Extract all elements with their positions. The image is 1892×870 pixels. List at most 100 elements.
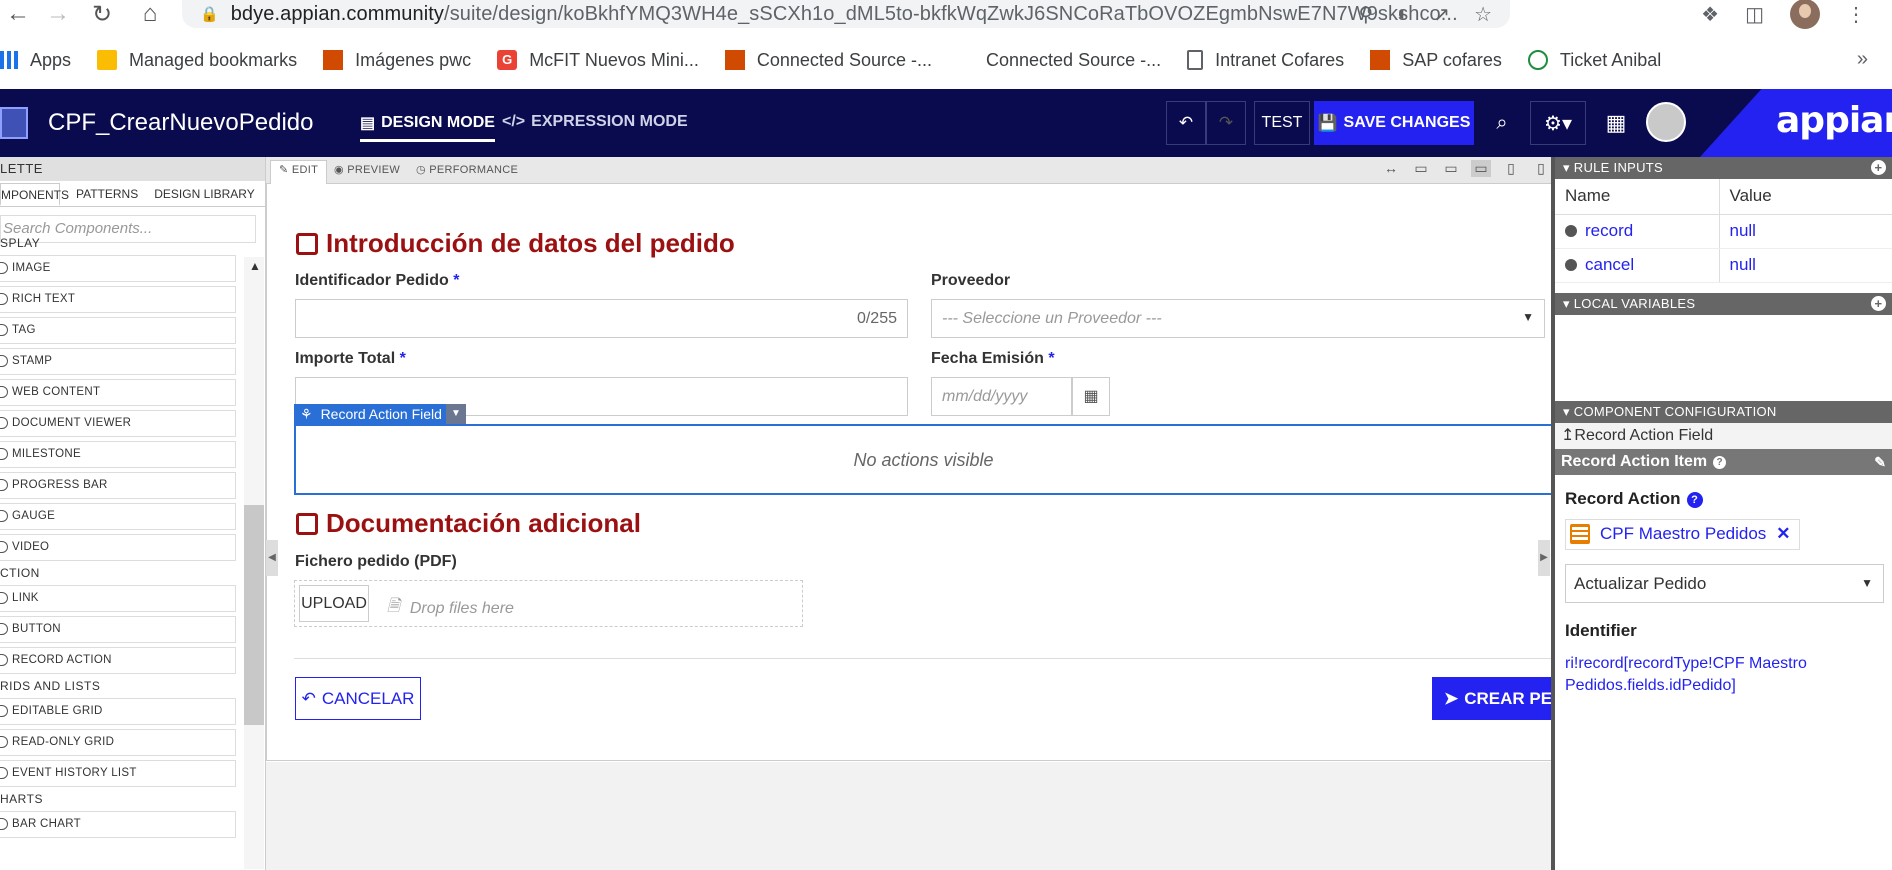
rule-input-value[interactable]: null <box>1718 248 1892 283</box>
performance-icon[interactable]: ◐ <box>1397 3 1409 26</box>
collapse-left-icon[interactable]: ◀ <box>266 540 278 576</box>
palette-item-link[interactable]: LINK <box>0 585 236 612</box>
palette-scrollbar[interactable]: ▲ <box>244 257 264 869</box>
file-upload-area[interactable]: UPLOAD 🗎 Drop files here <box>294 580 803 627</box>
gear-icon: ⚙▾ <box>1544 112 1572 135</box>
palette-item-bar-chart[interactable]: BAR CHART <box>0 811 236 838</box>
bookmark-connected-source-1[interactable]: Connected Source -... <box>724 50 932 71</box>
bookmarks-overflow-icon[interactable]: » <box>1857 48 1868 71</box>
palette-item-gauge[interactable]: GAUGE <box>0 503 236 530</box>
design-mode-tab[interactable]: ▤ DESIGN MODE <box>360 113 495 142</box>
search-objects-icon[interactable]: ⌕ <box>1486 101 1518 145</box>
help-icon[interactable]: ? <box>1686 491 1703 508</box>
menu-kebab-icon[interactable]: ⋮ <box>1846 2 1866 27</box>
desktop-selected-icon[interactable]: ▭ <box>1471 160 1491 177</box>
add-rule-input-icon[interactable]: + <box>1871 160 1886 175</box>
app-grid-icon[interactable]: ▦ <box>1600 101 1632 145</box>
record-type-name[interactable]: CPF Maestro Pedidos <box>1600 524 1766 544</box>
tab-components[interactable]: MPONENTS <box>0 183 69 206</box>
record-type-pill[interactable]: CPF Maestro Pedidos ✕ <box>1565 518 1800 550</box>
address-bar[interactable]: 🔒 bdye.appian.community/suite/design/koB… <box>182 0 1510 28</box>
desktop-icon[interactable]: ▭ <box>1441 160 1461 177</box>
proveedor-dropdown[interactable]: --- Seleccione un Proveedor --- ▼ <box>931 299 1545 338</box>
help-icon[interactable]: ? <box>1713 455 1727 469</box>
bookmark-label: McFIT Nuevos Mini... <box>529 49 699 70</box>
record-action-field-badge[interactable]: ⚘ Record Action Field <box>294 404 448 424</box>
local-variables-header[interactable]: ▾ LOCAL VARIABLES + <box>1555 292 1892 315</box>
bookmark-intranet-cofares[interactable]: Intranet Cofares <box>1187 50 1344 71</box>
palette-item-stamp[interactable]: STAMP <box>0 348 236 375</box>
profile-avatar[interactable] <box>1790 0 1820 29</box>
calendar-button[interactable]: ▦ <box>1072 377 1110 416</box>
back-icon[interactable]: ← <box>2 0 34 28</box>
desktop-wide-icon[interactable]: ▭ <box>1411 160 1431 177</box>
palette-item-milestone[interactable]: MILESTONE <box>0 441 236 468</box>
record-action-field-selected[interactable]: No actions visible <box>294 424 1551 495</box>
crear-pedido-button[interactable]: ➤CREAR PEDIDO <box>1432 677 1551 720</box>
table-row[interactable]: record null <box>1555 214 1892 249</box>
scroll-up-icon[interactable]: ▲ <box>249 259 261 273</box>
parent-component-link[interactable]: ↥Record Action Field <box>1555 422 1892 449</box>
fecha-emision-input[interactable]: mm/dd/yyyy <box>931 377 1072 416</box>
zoom-icon[interactable]: ⚲ <box>1359 2 1374 27</box>
redo-button[interactable]: ↷ <box>1206 101 1246 145</box>
forward-icon[interactable]: → <box>42 0 74 28</box>
rule-input-name[interactable]: cancel <box>1555 248 1719 283</box>
palette-item-progress-bar[interactable]: PROGRESS BAR <box>0 472 236 499</box>
bookmark-imagenes-pwc[interactable]: Imágenes pwc <box>323 50 471 71</box>
collapse-right-icon[interactable]: ▶ <box>1538 540 1550 576</box>
sidepanel-icon[interactable]: ◫ <box>1745 2 1764 27</box>
tab-preview[interactable]: ◉ PREVIEW <box>326 161 408 178</box>
tab-patterns[interactable]: PATTERNS <box>60 183 148 206</box>
upload-button[interactable]: UPLOAD <box>299 585 369 622</box>
bookmark-ticket-anibal[interactable]: Ticket Anibal <box>1527 50 1661 71</box>
bookmark-sap-cofares[interactable]: SAP cofares <box>1370 50 1502 71</box>
edit-icon[interactable]: ✎ <box>1874 449 1886 475</box>
home-icon[interactable]: ⌂ <box>134 0 166 28</box>
bookmark-apps[interactable]: Apps <box>0 50 71 71</box>
expression-mode-tab[interactable]: </> EXPRESSION MODE <box>502 113 688 131</box>
record-action-dropdown[interactable]: Actualizar Pedido ▼ <box>1565 563 1884 603</box>
palette-item-image[interactable]: IMAGE <box>0 255 236 282</box>
tab-performance[interactable]: ◷ PERFORMANCE <box>408 161 526 178</box>
palette-item-event-history-list[interactable]: EVENT HISTORY LIST <box>0 760 236 787</box>
extensions-icon[interactable]: ❖ <box>1701 2 1719 27</box>
rule-input-name[interactable]: record <box>1555 214 1719 249</box>
settings-gear-button[interactable]: ⚙▾ <box>1530 101 1586 145</box>
user-avatar[interactable] <box>1646 102 1686 142</box>
tab-design-library[interactable]: DESIGN LIBRARY <box>148 183 264 206</box>
remove-icon[interactable]: ✕ <box>1776 524 1790 544</box>
id-pedido-input[interactable]: 0/255 <box>295 299 908 338</box>
palette-item-document-viewer[interactable]: DOCUMENT VIEWER <box>0 410 236 437</box>
palette-item-web-content[interactable]: WEB CONTENT <box>0 379 236 406</box>
tablet-icon[interactable]: ▯ <box>1501 160 1521 177</box>
rule-inputs-header[interactable]: ▾ RULE INPUTS + <box>1555 157 1892 179</box>
save-changes-button[interactable]: 💾 SAVE CHANGES <box>1314 101 1474 145</box>
bookmark-managed[interactable]: Managed bookmarks <box>97 50 297 71</box>
palette-item-read-only-grid[interactable]: READ-ONLY GRID <box>0 729 236 756</box>
add-local-variable-icon[interactable]: + <box>1871 295 1886 311</box>
badge-menu-chevron-icon[interactable]: ▼ <box>446 404 466 424</box>
undo-button[interactable]: ↶ <box>1166 101 1206 145</box>
phone-icon[interactable]: ▯ <box>1531 160 1551 177</box>
palette-item-rich-text[interactable]: RICH TEXT <box>0 286 236 313</box>
component-configuration-header[interactable]: ▾ COMPONENT CONFIGURATION <box>1555 400 1892 423</box>
rule-input-value[interactable]: null <box>1718 214 1892 249</box>
reload-icon[interactable]: ↻ <box>86 0 118 28</box>
palette-item-record-action[interactable]: RECORD ACTION <box>0 647 236 674</box>
scrollbar-thumb[interactable] <box>244 505 264 725</box>
palette-item-button[interactable]: BUTTON <box>0 616 236 643</box>
share-icon[interactable]: ↗ <box>1433 2 1450 27</box>
tab-edit[interactable]: ✎ EDIT <box>270 160 328 184</box>
table-row[interactable]: cancel null <box>1555 248 1892 283</box>
cancelar-button[interactable]: ↶ CANCELAR <box>295 677 421 720</box>
bookmark-connected-source-2[interactable]: Connected Source -... <box>986 50 1161 71</box>
palette-item-editable-grid[interactable]: EDITABLE GRID <box>0 698 236 725</box>
identifier-expression[interactable]: ri!record[recordType!CPF Maestro Pedidos… <box>1565 653 1884 697</box>
star-icon[interactable]: ☆ <box>1474 2 1492 27</box>
bookmark-mcfit[interactable]: G McFIT Nuevos Mini... <box>497 50 699 71</box>
test-button[interactable]: TEST <box>1254 101 1310 145</box>
palette-item-video[interactable]: VIDEO <box>0 534 236 561</box>
palette-item-tag[interactable]: TAG <box>0 317 236 344</box>
fit-width-icon[interactable]: ↔ <box>1381 160 1401 177</box>
